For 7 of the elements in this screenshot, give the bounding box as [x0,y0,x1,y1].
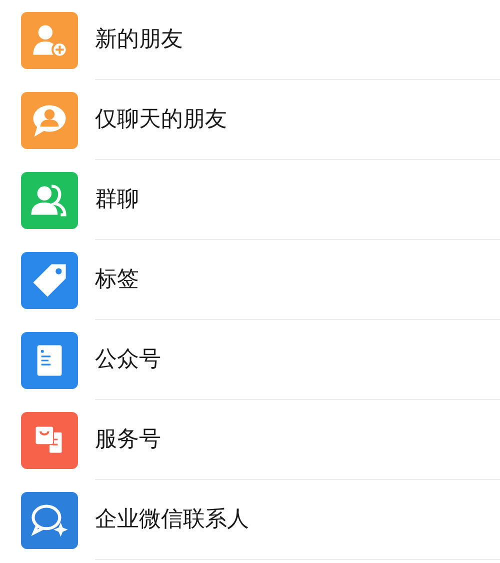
contact-category-label[interactable]: 仅聊天的朋友 [95,103,227,136]
contact-category-label[interactable]: 群聊 [95,183,139,216]
contact-category-label[interactable]: 服务号 [95,423,161,456]
contact-category-label[interactable]: 标签 [95,263,139,296]
contact-category-label[interactable]: 公众号 [95,343,161,376]
contact-category-label[interactable]: 新的朋友 [95,23,183,56]
contact-category-label[interactable]: 企业微信联系人 [95,503,249,536]
